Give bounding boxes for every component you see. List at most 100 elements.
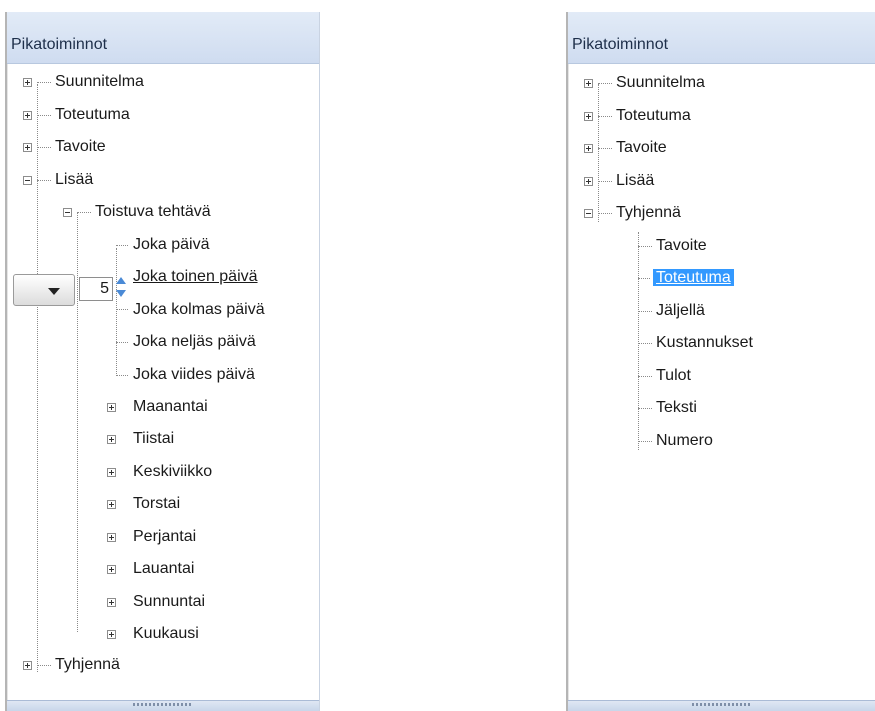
tree-item-label: Teksti: [656, 399, 697, 416]
interval-number-input[interactable]: 5: [79, 277, 113, 301]
tree-item-numero[interactable]: Numero: [656, 426, 713, 456]
tree-item-joka-viides-paiva[interactable]: Joka viides päivä: [133, 360, 255, 390]
tree-item-label: Perjantai: [133, 528, 197, 545]
tree-item-sunnuntai[interactable]: Sunnuntai: [107, 587, 205, 617]
tree-item-label: Joka päivä: [133, 236, 210, 253]
tree-item-kustannukset[interactable]: Kustannukset: [656, 328, 753, 358]
tree-item-label: Toistuva tehtävä: [95, 203, 211, 220]
expand-icon[interactable]: [23, 111, 32, 120]
tree-item-toistuva-tehtava[interactable]: Toistuva tehtävä: [63, 197, 211, 227]
resize-grip-icon[interactable]: [692, 703, 752, 706]
tree-item-kuukausi[interactable]: Kuukausi: [107, 619, 199, 649]
tree-item-teksti[interactable]: Teksti: [656, 393, 697, 423]
tree-connector: [638, 278, 650, 279]
spin-up-icon[interactable]: [116, 277, 126, 284]
chevron-down-icon: [48, 288, 60, 295]
tree-item-label: Toteutuma: [653, 269, 734, 286]
tree-item-label: Jäljellä: [656, 302, 705, 319]
tree-item-joka-neljas-paiva[interactable]: Joka neljäs päivä: [133, 327, 256, 357]
tree-item-label: Maanantai: [133, 398, 208, 415]
tree-item-label: Kuukausi: [133, 625, 199, 642]
expand-icon[interactable]: [23, 78, 32, 87]
quick-actions-panel-left: Pikatoiminnot Suunnitelma Toteutuma Tavo…: [5, 12, 320, 711]
resize-grip-icon[interactable]: [133, 703, 193, 706]
tree-item-label: Tyhjennä: [55, 656, 120, 673]
collapse-icon[interactable]: [584, 209, 593, 218]
tree-item-label: Sunnuntai: [133, 593, 206, 610]
tree-item-tyhjenna[interactable]: Tyhjennä: [23, 650, 120, 680]
tree-item-jaljella[interactable]: Jäljellä: [656, 296, 705, 326]
tree-item-label: Tyhjennä: [616, 204, 681, 221]
tree-connector: [638, 232, 639, 450]
expand-icon[interactable]: [107, 435, 116, 444]
tree-item-toteutuma[interactable]: Toteutuma: [23, 100, 130, 130]
tree-connector: [638, 311, 652, 312]
expand-icon[interactable]: [107, 598, 116, 607]
tree-connector: [638, 441, 652, 442]
tree-item-tavoite[interactable]: Tavoite: [23, 132, 106, 162]
tree-item-keskiviikko[interactable]: Keskiviikko: [107, 457, 212, 487]
tree-item-torstai[interactable]: Torstai: [107, 489, 180, 519]
expand-icon[interactable]: [584, 144, 593, 153]
panel-resize-bar[interactable]: [7, 700, 319, 711]
expand-icon[interactable]: [107, 533, 116, 542]
tree-item-lisaa[interactable]: Lisää: [584, 166, 654, 196]
expand-icon[interactable]: [584, 79, 593, 88]
tree-item-label: Suunnitelma: [616, 74, 705, 91]
tree-item-label: Tavoite: [616, 139, 667, 156]
tree-item-toteutuma[interactable]: Toteutuma: [584, 101, 691, 131]
tree-item-joka-toinen-paiva[interactable]: Joka toinen päivä: [133, 262, 258, 292]
tree-item-label: Numero: [656, 432, 713, 449]
collapse-icon[interactable]: [63, 208, 72, 217]
tree-item-label: Tavoite: [55, 138, 106, 155]
tree-item-joka-kolmas-paiva[interactable]: Joka kolmas päivä: [133, 295, 265, 325]
expand-icon[interactable]: [107, 565, 116, 574]
tree-item-label: Joka neljäs päivä: [133, 333, 256, 350]
repeat-interval-editor: 5: [7, 274, 149, 308]
collapse-icon[interactable]: [23, 176, 32, 185]
tree-item-maanantai[interactable]: Maanantai: [107, 392, 208, 422]
quick-actions-panel-right: Pikatoiminnot Suunnitelma Toteutuma Tavo…: [566, 12, 875, 711]
tree-connector: [116, 309, 128, 310]
dropdown-button[interactable]: [13, 274, 75, 306]
expand-icon[interactable]: [107, 468, 116, 477]
tree-connector: [638, 246, 652, 247]
tree-item-label: Joka viides päivä: [133, 366, 255, 383]
expand-icon[interactable]: [23, 661, 32, 670]
expand-icon[interactable]: [584, 112, 593, 121]
tree-item-label: Suunnitelma: [55, 73, 144, 90]
expand-icon[interactable]: [584, 177, 593, 186]
panel-title: Pikatoiminnot: [568, 12, 875, 64]
expand-icon[interactable]: [107, 403, 116, 412]
tree-connector: [116, 342, 128, 343]
tree-item-toteutuma-child-selected[interactable]: Toteutuma: [653, 263, 734, 293]
tree-item-joka-paiva[interactable]: Joka päivä: [133, 230, 210, 260]
panel-resize-bar[interactable]: [568, 700, 875, 711]
tree-connector: [638, 376, 652, 377]
spin-down-icon[interactable]: [116, 290, 126, 297]
tree-item-lauantai[interactable]: Lauantai: [107, 554, 194, 584]
expand-icon[interactable]: [107, 500, 116, 509]
tree-connector: [638, 343, 652, 344]
tree-item-label: Lisää: [616, 172, 655, 189]
tree-item-perjantai[interactable]: Perjantai: [107, 522, 196, 552]
tree-item-label: Lisää: [55, 171, 94, 188]
tree-item-suunnitelma[interactable]: Suunnitelma: [584, 68, 705, 98]
tree-item-tyhjenna[interactable]: Tyhjennä: [584, 198, 681, 228]
tree-connector: [116, 248, 117, 376]
tree-item-suunnitelma[interactable]: Suunnitelma: [23, 67, 144, 97]
tree-item-tiistai[interactable]: Tiistai: [107, 424, 174, 454]
expand-icon[interactable]: [107, 630, 116, 639]
tree-item-label: Joka toinen päivä: [133, 268, 258, 285]
tree-item-label: Toteutuma: [55, 106, 130, 123]
tree-item-tulot[interactable]: Tulot: [656, 361, 691, 391]
tree-item-label: Torstai: [133, 495, 181, 512]
tree-item-label: Keskiviikko: [133, 463, 213, 480]
tree-item-lisaa[interactable]: Lisää: [23, 165, 93, 195]
tree-item-label: Kustannukset: [656, 334, 753, 351]
expand-icon[interactable]: [23, 143, 32, 152]
tree-item-label: Joka kolmas päivä: [133, 301, 265, 318]
tree-item-tavoite-child[interactable]: Tavoite: [656, 231, 707, 261]
tree-connector: [116, 375, 128, 376]
tree-item-tavoite[interactable]: Tavoite: [584, 133, 667, 163]
